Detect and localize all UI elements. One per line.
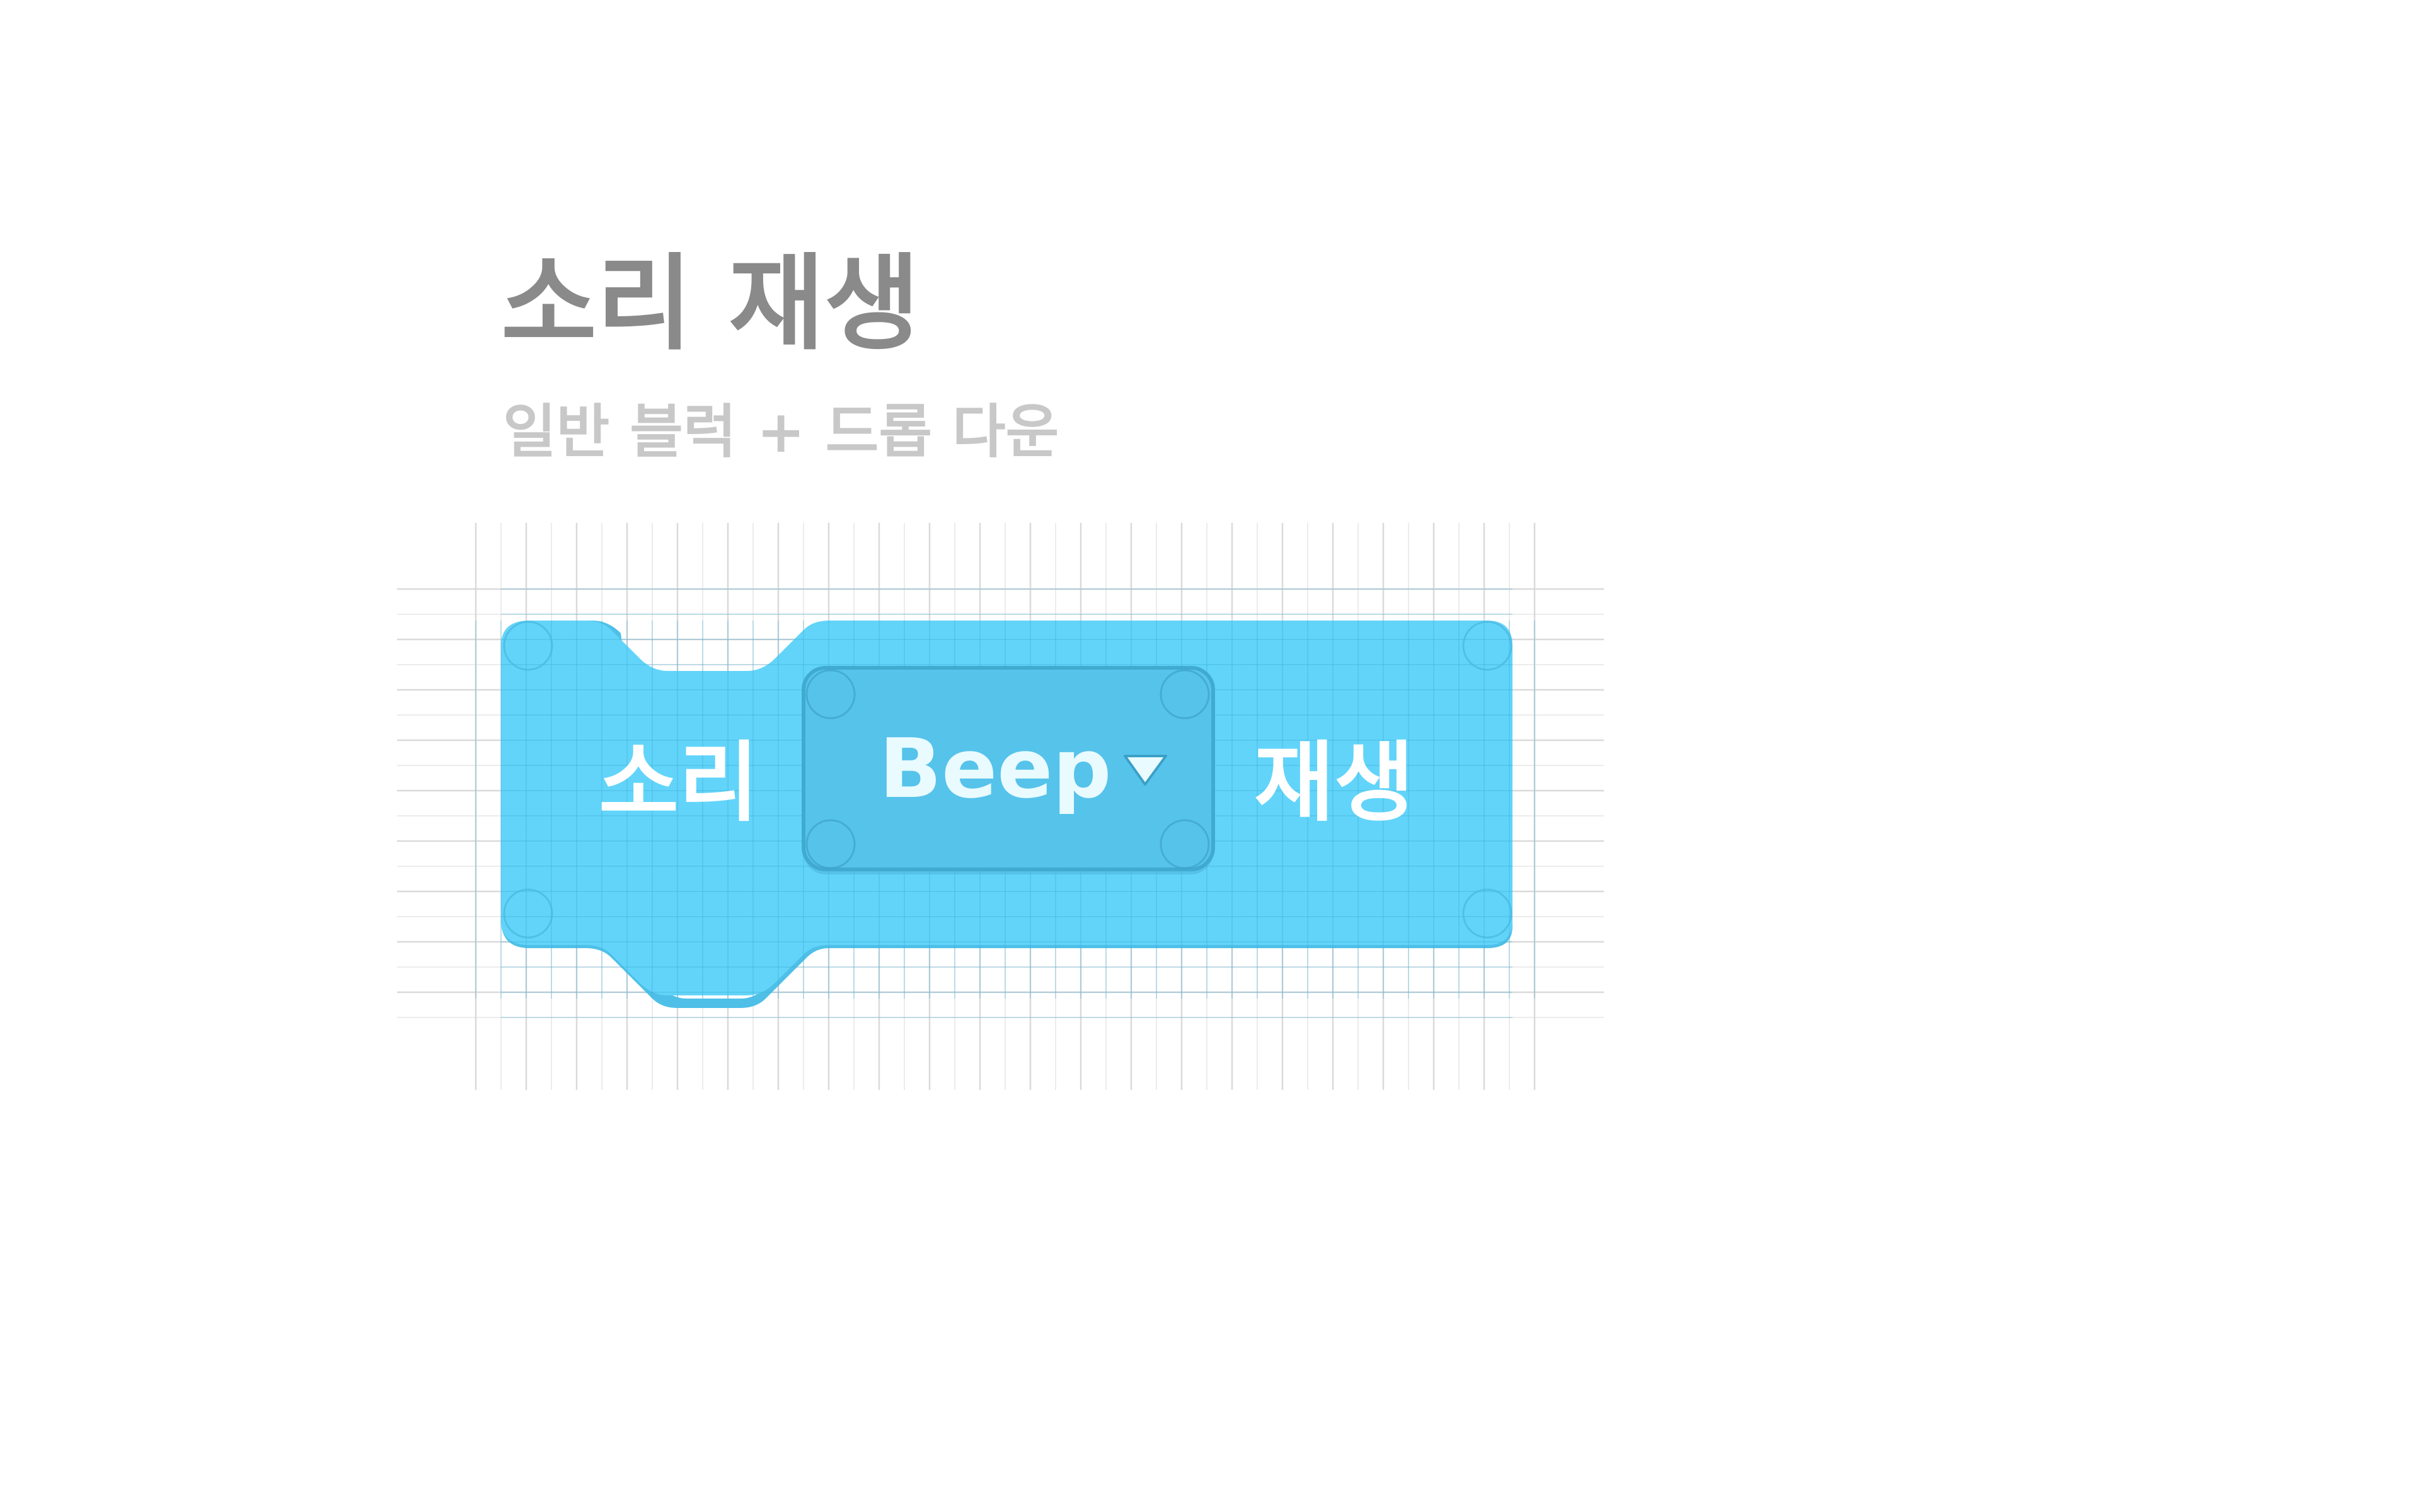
block-label-right: 재생 xyxy=(1254,732,1414,833)
sound-dropdown[interactable]: Beep xyxy=(802,666,1215,874)
dropdown-value: Beep xyxy=(879,721,1111,816)
block-diagram: Beep 소리 재생 xyxy=(397,523,1604,1090)
block-label-left: 소리 xyxy=(599,732,759,833)
